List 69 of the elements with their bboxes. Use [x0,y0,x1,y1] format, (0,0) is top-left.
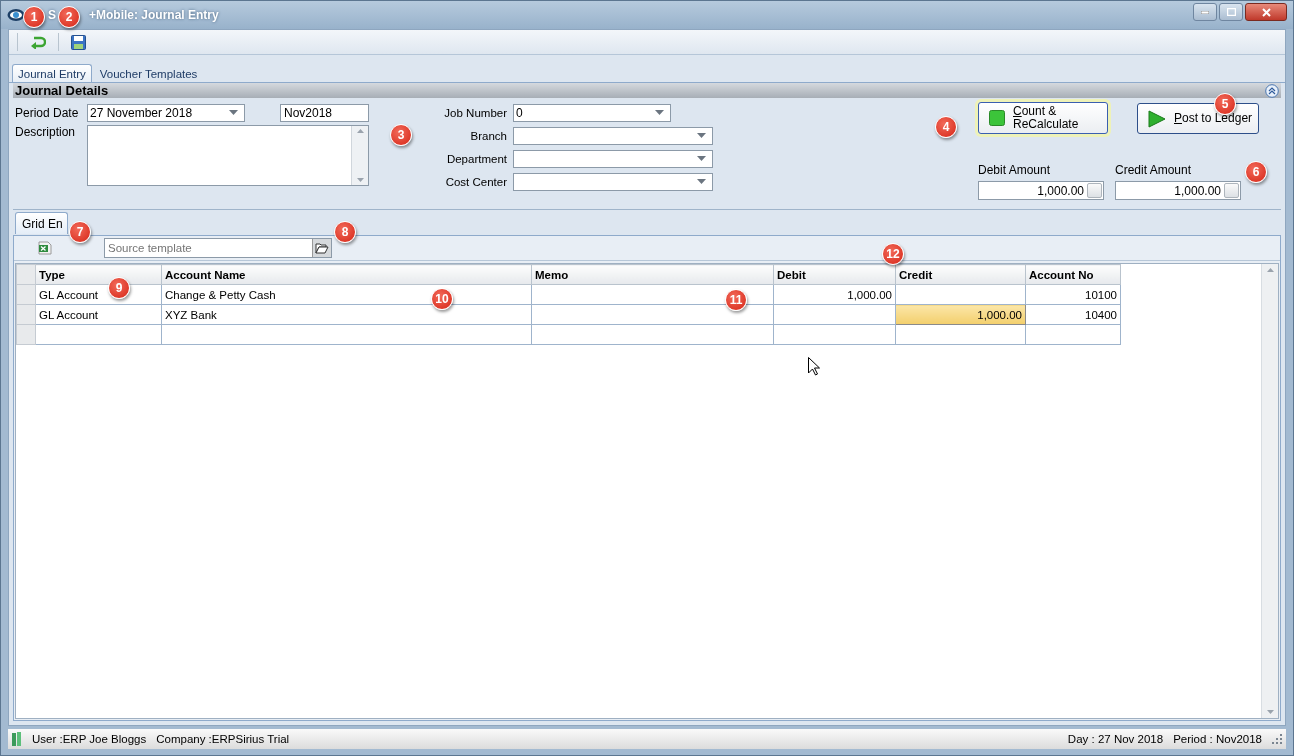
dropdown-arrow-icon [697,133,706,138]
dropdown[interactable] [513,126,713,145]
dropdown-arrow-icon [655,110,664,115]
field-label: Period Date [15,105,80,120]
status-text: Day : 27 Nov 2018 [1067,733,1164,745]
amount-field[interactable]: 1,000.00 [1115,181,1241,200]
dropdown[interactable]: 27 November 2018 [87,103,245,122]
tab[interactable]: Grid En [15,212,68,234]
section-title: Journal Details [15,83,109,98]
column-header[interactable]: Memo [531,264,774,285]
scroll-up-icon[interactable] [1266,268,1274,272]
dropdown[interactable] [513,149,713,168]
source-template-field[interactable]: Source template [104,238,332,258]
period-field[interactable]: Nov2018 [280,103,369,122]
minimize-icon [1201,10,1209,14]
column-header[interactable]: Account No [1025,264,1121,285]
table-cell: 10100 [1025,284,1121,305]
dropdown-arrow-icon [697,179,706,184]
app-logo-icon [7,8,25,22]
mouse-cursor-icon [808,357,820,376]
window-title: S [48,8,56,22]
status-text: User :ERP Joe Bloggs [32,733,147,745]
undo-icon[interactable] [30,35,46,49]
dropdown[interactable]: 0 [513,103,671,122]
status-text: Company :ERPSirius Trial [156,733,290,745]
scroll-down-icon[interactable] [356,178,364,182]
maximize-button[interactable] [1219,3,1243,21]
browse-button[interactable] [312,239,331,257]
minimize-button[interactable] [1193,3,1217,21]
folder-icon [315,242,329,254]
dropdown-arrow-icon [697,156,706,161]
description-field[interactable] [87,125,369,186]
save-icon[interactable] [71,34,86,50]
amount-field[interactable]: 1,000.00 [978,181,1104,200]
table-cell: GL Account [35,304,162,325]
books-icon [12,732,22,746]
scroll-up-icon[interactable] [356,129,364,133]
calculator-button[interactable] [1224,183,1239,198]
tab[interactable]: Voucher Templates [93,64,204,82]
spreadsheet-icon[interactable] [38,241,52,255]
maximize-icon [1226,8,1236,16]
scrollbar[interactable] [1261,264,1278,718]
tab[interactable]: Journal Entry [12,64,92,82]
field-label: Branch [469,129,507,142]
scroll-down-icon[interactable] [1266,710,1274,714]
column-header[interactable]: Debit [773,264,896,285]
source-template-input[interactable]: Source template [105,242,312,254]
field-label: Job Number [443,106,507,119]
column-header[interactable]: Account Name [161,264,532,285]
status-text: Period : Nov2018 [1173,733,1262,745]
close-icon [1261,7,1271,17]
table-cell: 10400 [1025,304,1121,325]
resize-grip-icon[interactable] [1272,734,1282,744]
window-title: +Mobile: Journal Entry [89,8,219,22]
field-label: Cost Center [444,175,507,188]
column-header[interactable]: Credit [895,264,1026,285]
table-cell: 1,000.00 [773,284,896,305]
square-icon [989,110,1005,126]
calculator-button[interactable] [1087,183,1102,198]
field-label: Description [15,125,77,141]
field-label: Department [445,152,507,165]
recalculate-button[interactable]: Count & ReCalculate [978,102,1108,134]
dropdown-arrow-icon [229,110,238,115]
field-label: Debit Amount [978,163,1052,177]
dropdown[interactable] [513,172,713,191]
close-button[interactable] [1245,3,1287,21]
play-icon [1148,109,1166,128]
collapse-icon[interactable] [1265,83,1279,98]
field-label: Credit Amount [1115,163,1193,177]
